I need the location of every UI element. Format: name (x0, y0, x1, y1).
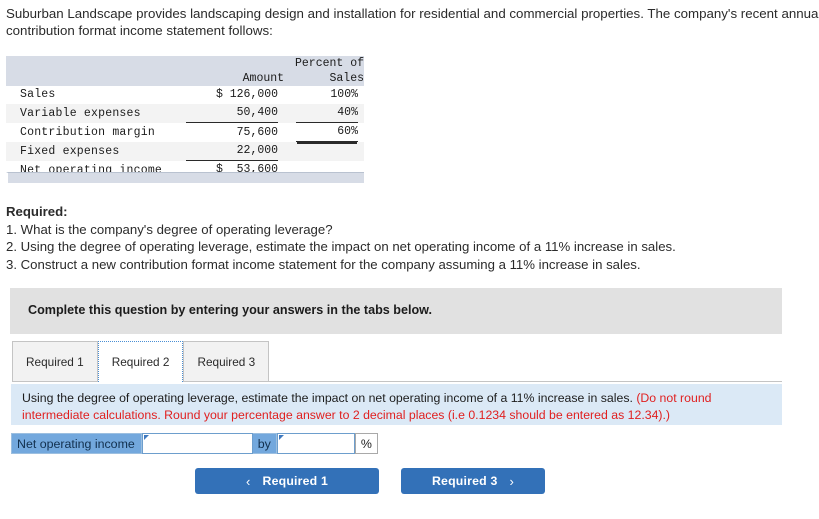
banner-trailing-text: . (428, 303, 433, 317)
row-amount: 22,000 (179, 142, 285, 161)
row-amount: 50,400 (179, 104, 285, 123)
table-row: Contribution margin 75,600 60% (6, 123, 364, 142)
table-row: Variable expenses 50,400 40% (6, 104, 364, 123)
net-operating-income-direction-cell[interactable] (141, 433, 253, 454)
tab-label: Required 1 (26, 355, 84, 369)
requirement-tabs[interactable]: Required 1 Required 2 Required 3 (12, 341, 270, 382)
header-amount: Amount (179, 71, 285, 86)
row-amount-value: 22,000 (186, 142, 279, 161)
answer-row: Net operating income by % (11, 433, 378, 454)
required-item-3: 3. Construct a new contribution format i… (6, 256, 641, 272)
row-percent: 40% (284, 104, 364, 123)
required-item-1: 1. What is the company's degree of opera… (6, 221, 333, 237)
header-blank-1 (6, 56, 180, 71)
required-item-2: 2. Using the degree of operating leverag… (6, 239, 676, 254)
instruction-black-text: Using the degree of operating leverage, … (22, 391, 637, 405)
row-percent-value: 100% (330, 88, 358, 101)
tab-label: Required 3 (197, 355, 256, 369)
row-amount-value: 75,600 (236, 126, 279, 139)
row-percent (284, 142, 364, 161)
instruction-text: Using the degree of operating leverage, … (22, 390, 778, 423)
required-title: Required: (6, 204, 68, 219)
statement-header-row-1: Percent of (6, 56, 364, 71)
header-percent-line2: Sales (284, 71, 364, 86)
cell-marker-icon (143, 435, 149, 440)
statement-header-row-2: Amount Sales (6, 71, 364, 86)
statement-body: Sales $ 126,000 100% Variable expenses 50,40… (6, 86, 364, 180)
tab-required-2[interactable]: Required 2 (97, 341, 184, 382)
answer-connector-label: by (252, 433, 277, 454)
header-blank-2 (6, 71, 180, 86)
statement-table: Percent of Amount Sales Sales $ 126,000 10… (6, 56, 364, 180)
banner-text: Complete this question by entering your … (28, 303, 432, 317)
previous-required-label: Required 1 (262, 474, 329, 488)
previous-required-button[interactable]: ‹ Required 1 (195, 468, 379, 494)
row-label: Variable expenses (6, 104, 180, 123)
row-label: Sales (20, 88, 56, 101)
next-required-button[interactable]: Required 3 › (401, 468, 545, 494)
chevron-left-icon: ‹ (245, 473, 251, 489)
instruction-bar: Using the degree of operating leverage, … (11, 383, 782, 425)
tab-label: Required 2 (111, 355, 170, 369)
header-amount-blank (179, 56, 285, 71)
row-percent-value: 40% (296, 104, 358, 123)
row-percent: 100% (284, 86, 364, 104)
intro-text: Suburban Landscape provides landscaping … (6, 6, 819, 38)
header-percent-line1: Percent of (284, 56, 364, 71)
income-statement-table: Percent of Amount Sales Sales $ 126,000 10… (6, 56, 364, 180)
intro-paragraph: Suburban Landscape provides landscaping … (6, 5, 819, 39)
percent-unit-cell: % (354, 433, 378, 454)
row-amount: $ 126,000 (179, 86, 284, 104)
tab-required-1[interactable]: Required 1 (12, 341, 98, 382)
row-percent-value: 60% (296, 123, 358, 142)
next-required-label: Required 3 (431, 474, 498, 488)
row-amount-value: $ 126,000 (215, 88, 279, 101)
row-label: Fixed expenses (6, 142, 180, 161)
cell-marker-icon (278, 435, 284, 440)
row-percent: 60% (284, 123, 364, 142)
banner-bold-text: Complete this question by entering your … (28, 303, 429, 317)
row-label: Contribution margin (20, 126, 155, 139)
answer-row-label: Net operating income (11, 433, 142, 454)
row-amount: 75,600 (179, 123, 284, 142)
row-amount-value: 50,400 (186, 104, 279, 123)
required-block: Required: 1. What is the company's degre… (6, 203, 806, 273)
net-operating-income-percent-cell[interactable] (276, 433, 355, 454)
chevron-right-icon: › (509, 473, 515, 489)
complete-question-banner: Complete this question by entering your … (10, 288, 782, 334)
table-row: Sales $ 126,000 100% (6, 86, 364, 104)
table-row: Fixed expenses 22,000 (6, 142, 364, 161)
tab-required-3[interactable]: Required 3 (183, 341, 270, 382)
statement-footer-bar (6, 172, 364, 183)
